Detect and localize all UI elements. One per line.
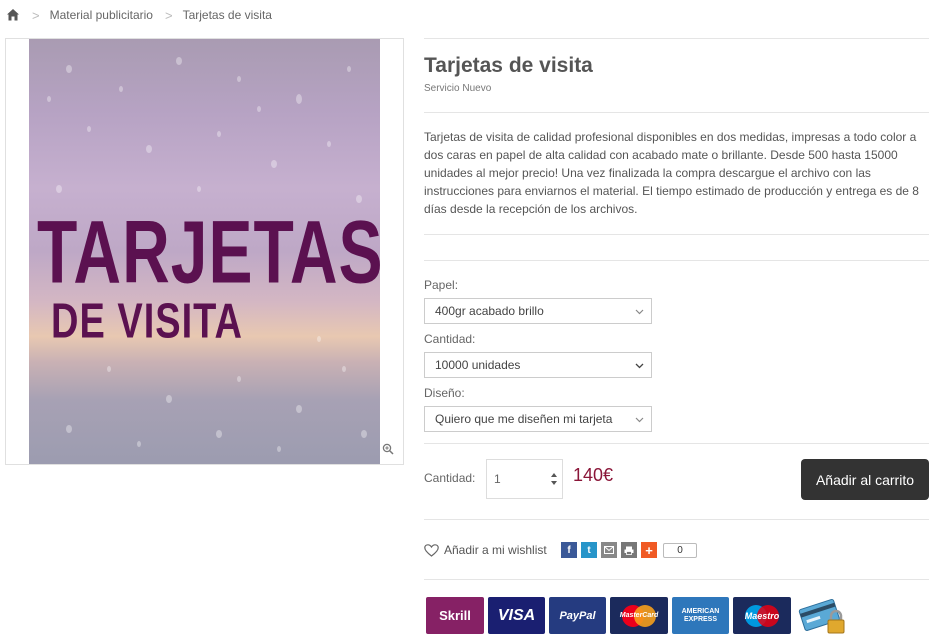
option-label-paper: Papel: bbox=[424, 278, 459, 292]
product-description: Tarjetas de visita de calidad profesiona… bbox=[424, 130, 919, 216]
zoom-icon[interactable] bbox=[382, 443, 394, 455]
wishlist-label: Añadir a mi wishlist bbox=[444, 543, 547, 557]
divider bbox=[424, 443, 929, 444]
home-icon[interactable] bbox=[6, 8, 20, 22]
add-share-icon[interactable]: + bbox=[641, 542, 657, 558]
twitter-icon[interactable]: t bbox=[581, 542, 597, 558]
quantity-select-value: 10000 unidades bbox=[435, 358, 521, 372]
breadcrumb-separator: > bbox=[164, 7, 173, 23]
breadcrumb-item-category[interactable]: Material publicitario bbox=[50, 8, 153, 22]
print-icon[interactable] bbox=[621, 542, 637, 558]
quantity-value: 1 bbox=[494, 472, 501, 486]
add-to-wishlist-link[interactable]: Añadir a mi wishlist bbox=[424, 543, 547, 557]
add-to-cart-button[interactable]: Añadir al carrito bbox=[801, 459, 929, 500]
mastercard-label: MasterCard bbox=[619, 612, 659, 619]
chevron-down-icon bbox=[635, 417, 644, 423]
spinner-arrows-icon[interactable] bbox=[550, 472, 558, 486]
visa-logo: VISA bbox=[488, 597, 545, 634]
product-price: 140€ bbox=[573, 465, 614, 485]
product-title: Tarjetas de visita bbox=[424, 54, 593, 77]
chevron-down-icon bbox=[635, 363, 644, 369]
option-label-design: Diseño: bbox=[424, 386, 465, 400]
divider bbox=[424, 234, 929, 235]
product-subtitle: Servicio Nuevo bbox=[424, 83, 492, 94]
divider bbox=[424, 260, 929, 261]
heart-icon bbox=[424, 543, 439, 557]
secure-card-lock-icon bbox=[798, 598, 845, 634]
product-image[interactable]: TARJETAS DE VISITA bbox=[29, 39, 380, 464]
skrill-logo: Skrill bbox=[426, 597, 484, 634]
design-select-value: Quiero que me diseñen mi tarjeta bbox=[435, 412, 613, 426]
poster-title-line2: DE VISITA bbox=[51, 294, 243, 349]
paper-select[interactable]: 400gr acabado brillo bbox=[424, 298, 652, 324]
divider bbox=[424, 579, 929, 580]
option-label-quantity: Cantidad: bbox=[424, 332, 476, 346]
chevron-down-icon bbox=[635, 309, 644, 315]
maestro-label: Maestro bbox=[744, 610, 780, 621]
quantity-label: Cantidad: bbox=[424, 471, 476, 485]
amex-logo: AMERICAN EXPRESS bbox=[672, 597, 729, 634]
share-count: 0 bbox=[663, 542, 697, 558]
design-select[interactable]: Quiero que me diseñen mi tarjeta bbox=[424, 406, 652, 432]
breadcrumb: > Material publicitario > Tarjetas de vi… bbox=[6, 6, 272, 24]
divider bbox=[424, 38, 929, 39]
paper-select-value: 400gr acabado brillo bbox=[435, 304, 544, 318]
divider bbox=[424, 519, 929, 520]
facebook-icon[interactable]: f bbox=[561, 542, 577, 558]
maestro-logo: Maestro bbox=[733, 597, 791, 634]
breadcrumb-item-current: Tarjetas de visita bbox=[182, 8, 272, 22]
quantity-select[interactable]: 10000 unidades bbox=[424, 352, 652, 378]
poster-title-line1: TARJETAS bbox=[37, 201, 380, 302]
breadcrumb-separator: > bbox=[32, 7, 40, 23]
share-buttons: f t + 0 bbox=[561, 542, 697, 558]
mastercard-logo: MasterCard bbox=[610, 597, 668, 634]
product-image-frame[interactable]: TARJETAS DE VISITA bbox=[5, 38, 404, 465]
paypal-logo: PayPal bbox=[549, 597, 606, 634]
divider bbox=[424, 112, 929, 113]
email-icon[interactable] bbox=[601, 542, 617, 558]
quantity-stepper[interactable]: 1 bbox=[486, 459, 563, 499]
